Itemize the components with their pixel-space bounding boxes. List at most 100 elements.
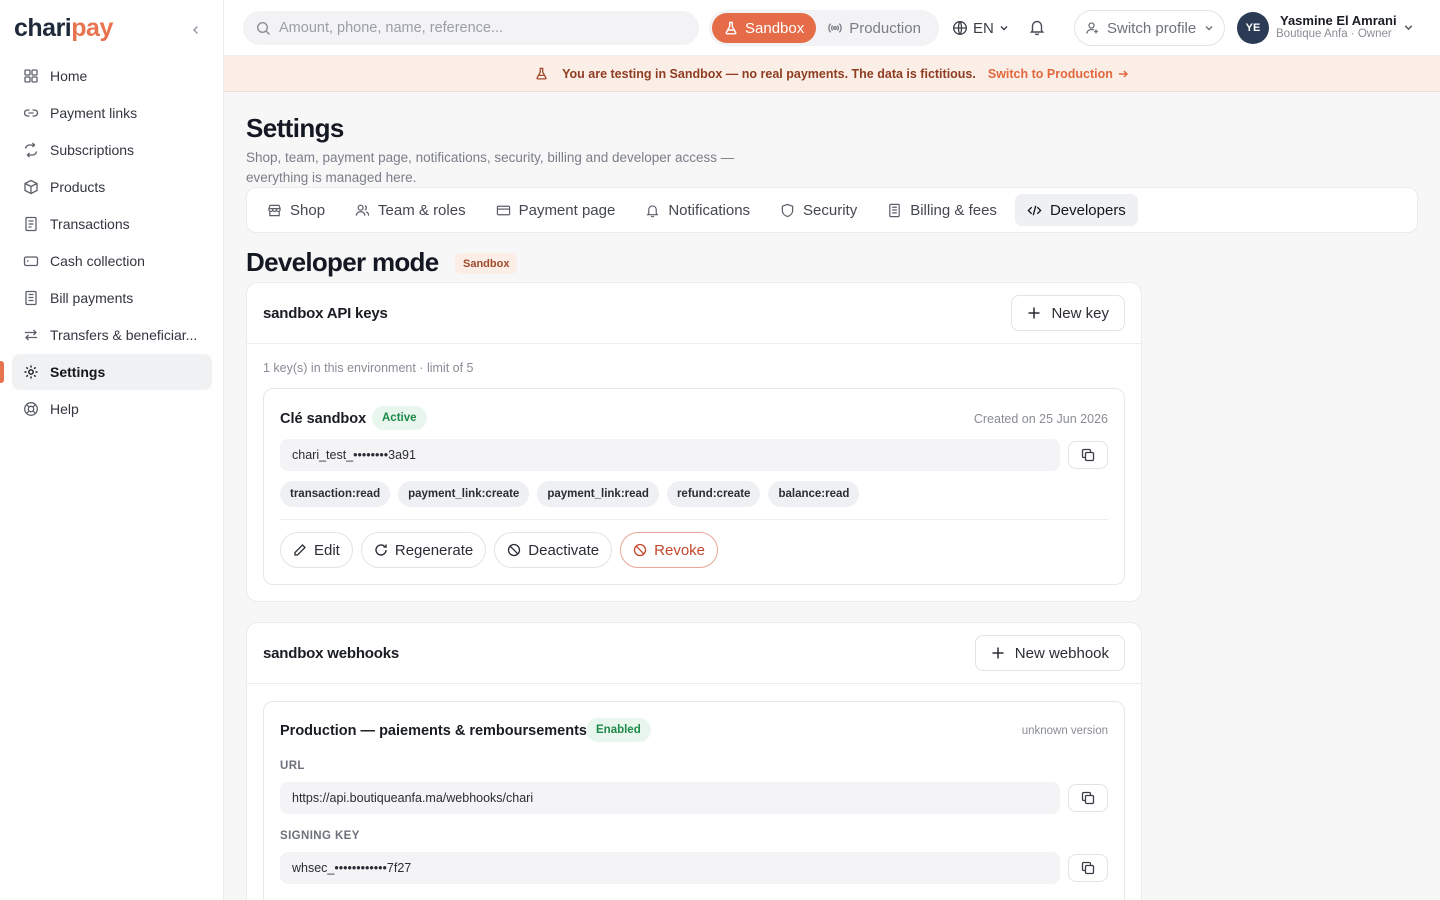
user-name: Yasmine El Amrani: [1280, 13, 1397, 28]
edit-label: Edit: [314, 541, 340, 559]
regenerate-label: Regenerate: [394, 541, 474, 559]
user-switch-icon: [1086, 21, 1100, 35]
store-icon: [267, 203, 282, 218]
sidebar-item-settings[interactable]: Settings: [12, 354, 212, 390]
switch-profile-label: Switch profile: [1107, 19, 1197, 37]
sidebar-item-bill-payments[interactable]: Bill payments: [12, 280, 212, 316]
flask-icon: [535, 67, 548, 80]
tab-billing-fees[interactable]: Billing & fees: [875, 194, 1009, 226]
webhook-version: unknown version: [1021, 725, 1108, 737]
copy-icon: [1081, 791, 1095, 805]
scope-tag: transaction:read: [280, 481, 391, 507]
arrow-right-icon: [1117, 68, 1129, 80]
switch-profile-button[interactable]: Switch profile: [1074, 10, 1225, 46]
edit-button[interactable]: Edit: [280, 532, 353, 568]
sidebar-item-label: Help: [50, 401, 79, 417]
sidebar: charipay Home Payment links Subscription…: [0, 0, 224, 900]
users-icon: [355, 203, 370, 218]
sidebar-item-label: Home: [50, 68, 88, 84]
sandbox-badge: Sandbox: [455, 253, 518, 274]
transfer-icon: [23, 327, 39, 343]
page-description: Shop, team, payment page, notifications,…: [246, 150, 735, 185]
pencil-icon: [293, 543, 307, 557]
document-icon: [887, 203, 902, 218]
package-icon: [23, 179, 39, 195]
copy-icon: [1081, 861, 1095, 875]
language-selector[interactable]: EN: [952, 14, 1009, 42]
settings-tabs: Shop Team & roles Payment page Notificat…: [246, 187, 1418, 233]
tab-team-roles[interactable]: Team & roles: [343, 194, 478, 226]
sidebar-item-transactions[interactable]: Transactions: [12, 206, 212, 242]
tab-payment-page[interactable]: Payment page: [484, 194, 628, 226]
link-icon: [23, 105, 39, 121]
regenerate-button[interactable]: Regenerate: [360, 532, 487, 568]
sidebar-item-cash-collection[interactable]: Cash collection: [12, 243, 212, 279]
deactivate-button[interactable]: Deactivate: [494, 532, 613, 568]
sidebar-item-label: Transfers & beneficiar...: [50, 327, 198, 343]
scope-tag: refund:create: [666, 481, 761, 507]
copy-url-button[interactable]: [1068, 784, 1108, 812]
switch-to-production-link[interactable]: Switch to Production: [988, 67, 1129, 81]
webhooks-card: sandbox webhooks New webhook Production …: [246, 622, 1142, 900]
api-key-value: chari_test_••••••••3a91: [280, 439, 1060, 471]
tab-notifications[interactable]: Notifications: [633, 194, 762, 226]
status-badge: Enabled: [586, 718, 651, 742]
env-sandbox-button[interactable]: Sandbox: [712, 13, 817, 43]
sidebar-item-transfers[interactable]: Transfers & beneficiar...: [12, 317, 212, 353]
keys-summary: 1 key(s) in this environment · limit of …: [263, 361, 474, 375]
page-title: Settings: [246, 113, 344, 143]
sidebar-item-label: Products: [50, 179, 106, 195]
api-keys-title: sandbox API keys: [263, 305, 388, 322]
new-webhook-button[interactable]: New webhook: [974, 635, 1125, 671]
search-icon: [256, 21, 271, 36]
sidebar-item-label: Subscriptions: [50, 142, 135, 158]
gear-icon: [23, 364, 39, 380]
sidebar-item-payment-links[interactable]: Payment links: [12, 95, 212, 131]
status-badge: Active: [372, 406, 427, 430]
signing-key-value: whsec_••••••••••••7f27: [280, 852, 1060, 884]
copy-key-button[interactable]: [1068, 441, 1108, 469]
sidebar-item-help[interactable]: Help: [12, 391, 212, 427]
api-key-name: Clé sandbox: [280, 411, 367, 427]
scope-tag: balance:read: [768, 481, 860, 507]
collapse-sidebar-icon[interactable]: [186, 20, 206, 40]
search-box[interactable]: [243, 11, 699, 45]
scope-tag: payment_link:create: [398, 481, 530, 507]
search-input[interactable]: [279, 20, 679, 36]
charipay-logo[interactable]: charipay: [14, 14, 113, 43]
user-role: Boutique Anfa · Owner: [1276, 28, 1392, 40]
sidebar-item-subscriptions[interactable]: Subscriptions: [12, 132, 212, 168]
webhook-name: Production — paiements & remboursements: [280, 723, 587, 739]
sidebar-item-products[interactable]: Products: [12, 169, 212, 205]
webhooks-title: sandbox webhooks: [263, 645, 399, 662]
sidebar-item-home[interactable]: Home: [12, 58, 212, 94]
tab-label: Security: [803, 201, 858, 219]
refresh-icon: [374, 543, 388, 557]
tab-security[interactable]: Security: [768, 194, 869, 226]
env-production-button[interactable]: Production: [816, 13, 933, 43]
broadcast-icon: [828, 21, 842, 35]
tab-label: Billing & fees: [910, 201, 997, 219]
top-bar: Sandbox Production EN Switch profile YE …: [224, 0, 1440, 56]
new-key-button[interactable]: New key: [1011, 295, 1125, 331]
revoke-button[interactable]: Revoke: [620, 532, 718, 568]
shield-icon: [780, 203, 795, 218]
ban-icon: [633, 543, 647, 557]
plus-icon: [1027, 306, 1041, 320]
env-sandbox-label: Sandbox: [745, 19, 805, 37]
flask-icon: [724, 21, 738, 35]
tab-label: Notifications: [668, 201, 751, 219]
user-menu-chevron-icon[interactable]: [1403, 22, 1414, 33]
grid-icon: [23, 68, 39, 84]
plus-icon: [991, 646, 1005, 660]
switch-to-production-label: Switch to Production: [987, 66, 1113, 81]
sidebar-item-label: Transactions: [50, 216, 130, 232]
avatar[interactable]: YE: [1237, 12, 1269, 44]
tab-shop[interactable]: Shop: [255, 194, 337, 226]
lifebuoy-icon: [23, 401, 39, 417]
url-label: URL: [280, 760, 305, 772]
tab-developers[interactable]: Developers: [1014, 194, 1138, 226]
notifications-bell-icon[interactable]: [1028, 18, 1048, 38]
copy-signing-key-button[interactable]: [1068, 854, 1108, 882]
env-production-label: Production: [849, 19, 921, 37]
